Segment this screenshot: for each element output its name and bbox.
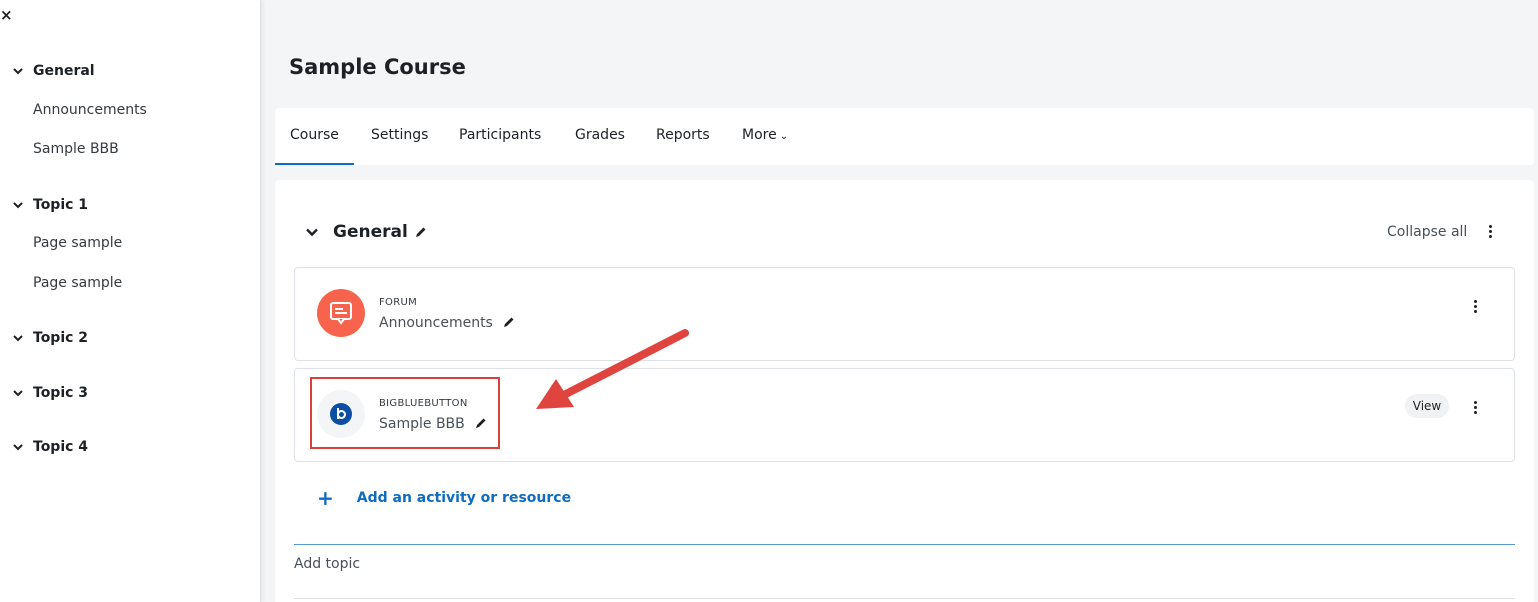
tab-course[interactable]: Course: [275, 108, 354, 165]
course-index-drawer: × General Announcements Sample BBB Topic…: [0, 0, 261, 602]
section-divider: [294, 544, 1515, 545]
sidebar-section-label: Topic 2: [33, 330, 89, 346]
collapse-all-link[interactable]: Collapse all: [1387, 224, 1467, 240]
chevron-down-icon: [13, 390, 23, 397]
activity-name: Announcements: [379, 315, 493, 331]
tab-more-label: More: [742, 127, 777, 143]
chevron-down-icon: [13, 444, 23, 451]
tab-more[interactable]: More ⌄: [742, 108, 788, 165]
kebab-menu-icon[interactable]: [1472, 401, 1478, 417]
kebab-menu-icon[interactable]: [1487, 225, 1493, 241]
section-title: General: [333, 222, 408, 242]
page-title: Sample Course: [289, 55, 466, 79]
sidebar-section-label: Topic 4: [33, 439, 89, 455]
sidebar-section-label: Topic 3: [33, 385, 89, 401]
activity-name: Sample BBB: [379, 416, 465, 432]
sidebar-section-topic-1[interactable]: Topic 1: [12, 197, 88, 213]
chevron-down-icon[interactable]: [305, 225, 319, 239]
sidebar-section-label: General: [33, 63, 95, 79]
forum-icon[interactable]: [317, 289, 365, 337]
tab-grades[interactable]: Grades: [575, 108, 625, 165]
section-divider: [294, 598, 1515, 599]
activity-type-label: FORUM: [379, 297, 418, 308]
plus-icon: +: [317, 486, 334, 510]
tab-reports[interactable]: Reports: [656, 108, 710, 165]
activity-name-link[interactable]: Announcements: [379, 315, 515, 331]
sidebar-section-general[interactable]: General: [12, 63, 95, 79]
sidebar-item-page-sample[interactable]: Page sample: [33, 275, 122, 291]
add-activity-label: Add an activity or resource: [356, 490, 572, 506]
pencil-icon[interactable]: [415, 226, 427, 238]
sidebar-section-topic-3[interactable]: Topic 3: [12, 385, 88, 401]
sidebar-section-label: Topic 1: [33, 197, 89, 213]
sidebar-section-topic-2[interactable]: Topic 2: [12, 330, 88, 346]
activity-item-bigbluebutton: BIGBLUEBUTTON Sample BBB View: [294, 368, 1515, 462]
chevron-down-icon: ⌄: [779, 131, 789, 142]
secondary-navigation: Course Settings Participants Grades Repo…: [275, 108, 1534, 165]
add-topic-link[interactable]: Add topic: [294, 556, 360, 572]
activity-name-link[interactable]: Sample BBB: [379, 416, 487, 432]
view-button[interactable]: View: [1405, 394, 1449, 418]
activity-type-label: BIGBLUEBUTTON: [379, 398, 468, 409]
sidebar-item-page-sample[interactable]: Page sample: [33, 235, 122, 251]
kebab-menu-icon[interactable]: [1472, 300, 1478, 316]
tab-participants[interactable]: Participants: [459, 108, 541, 165]
section-header: General: [305, 222, 427, 242]
add-activity-button[interactable]: + Add an activity or resource: [317, 486, 572, 510]
pencil-icon[interactable]: [475, 417, 487, 429]
sidebar-section-topic-4[interactable]: Topic 4: [12, 439, 88, 455]
chevron-down-icon: [13, 68, 23, 75]
bigbluebutton-icon[interactable]: [317, 390, 365, 438]
sidebar-item-announcements[interactable]: Announcements: [33, 102, 147, 118]
chevron-down-icon: [13, 202, 23, 209]
tab-settings[interactable]: Settings: [371, 108, 428, 165]
sidebar-item-sample-bbb[interactable]: Sample BBB: [33, 141, 119, 157]
activity-item-forum: FORUM Announcements: [294, 267, 1515, 361]
close-drawer-icon[interactable]: ×: [0, 7, 14, 23]
chevron-down-icon: [13, 335, 23, 342]
course-content: General Collapse all FORUM Announcements: [275, 180, 1534, 602]
pencil-icon[interactable]: [503, 316, 515, 328]
